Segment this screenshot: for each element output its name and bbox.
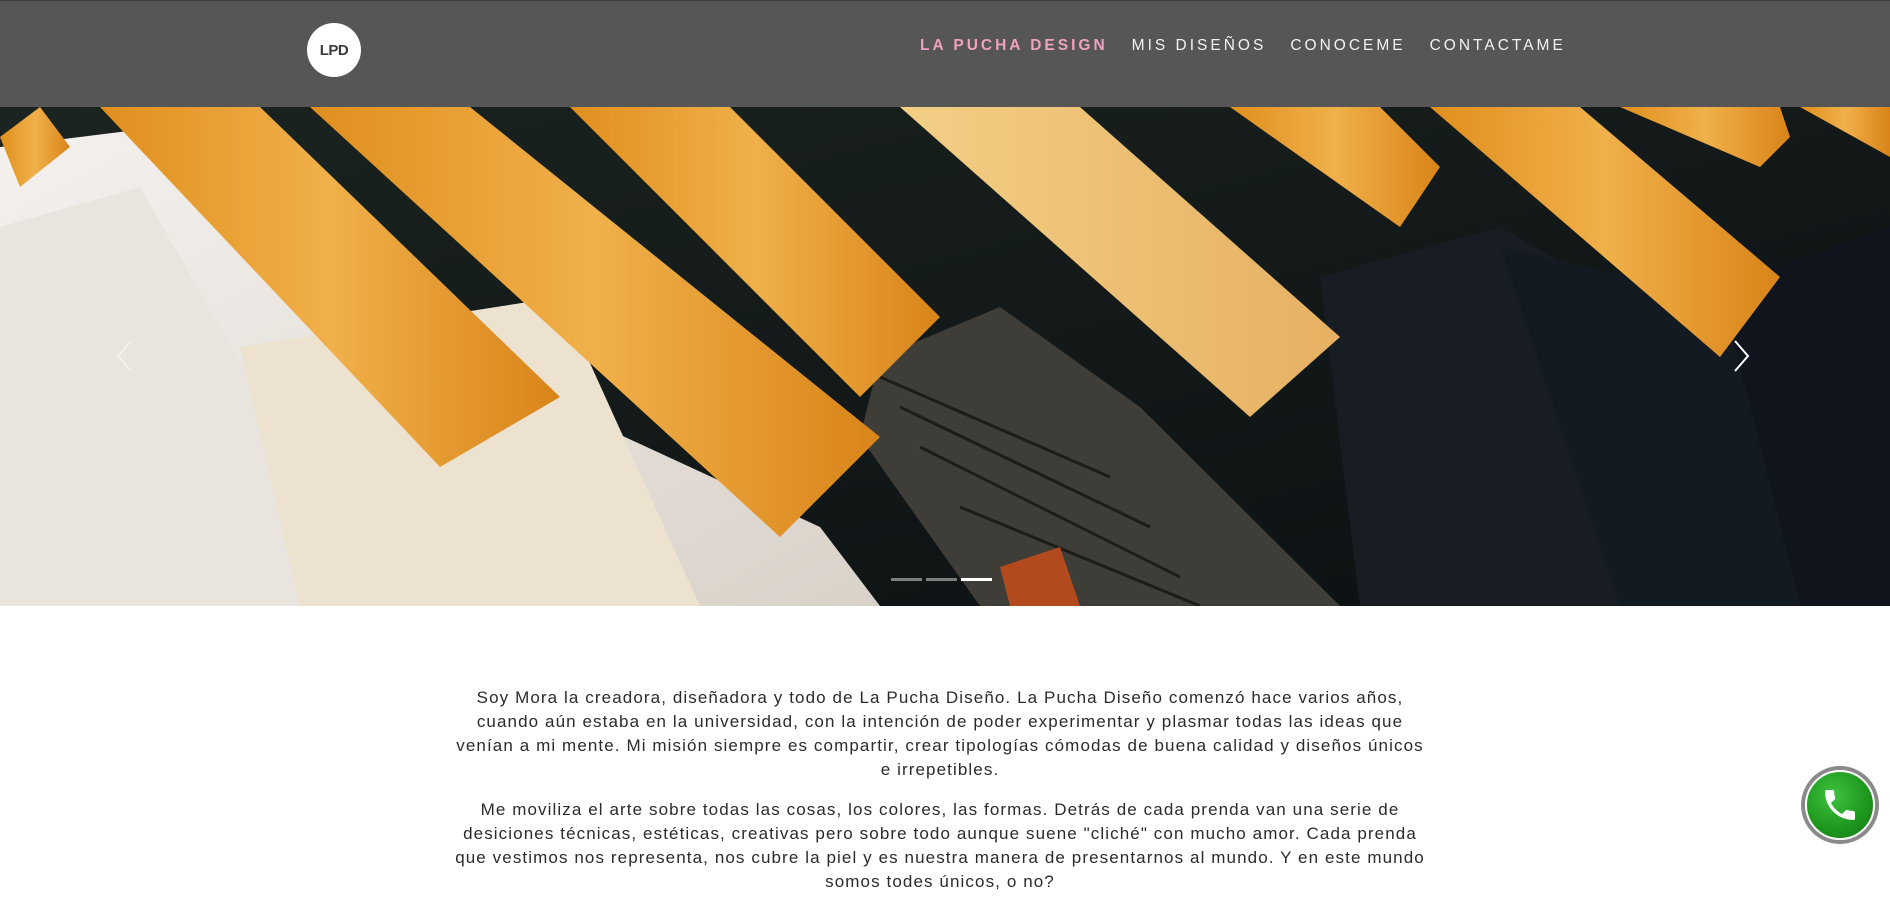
main-nav: LA PUCHA DESIGN MIS DISEÑOS CONOCEME CON…: [920, 37, 1590, 55]
hero-slide-image: [0, 107, 1890, 606]
carousel-indicator-1[interactable]: [891, 578, 922, 581]
carousel-next-button[interactable]: [1731, 339, 1771, 389]
nav-item-conoceme[interactable]: CONOCEME: [1290, 37, 1405, 55]
whatsapp-badge: [1805, 770, 1875, 840]
carousel-indicators: [891, 578, 992, 581]
brand-logo[interactable]: LPD: [307, 23, 361, 77]
chevron-right-icon: [1734, 340, 1750, 372]
chevron-left-icon: [116, 340, 132, 372]
hero-carousel: [0, 107, 1890, 606]
about-paragraph-1: Soy Mora la creadora, diseñadora y todo …: [456, 688, 1424, 779]
navbar: LPD LA PUCHA DESIGN MIS DISEÑOS CONOCEME…: [0, 0, 1890, 107]
carousel-prev-button[interactable]: [115, 339, 155, 389]
whatsapp-button[interactable]: [1801, 766, 1879, 844]
carousel-indicator-2[interactable]: [926, 578, 957, 581]
nav-item-mis-disenos[interactable]: MIS DISEÑOS: [1132, 37, 1267, 55]
about-section: Soy Mora la creadora, diseñadora y todo …: [450, 686, 1430, 909]
nav-item-la-pucha-design[interactable]: LA PUCHA DESIGN: [920, 37, 1108, 55]
carousel-indicator-3[interactable]: [961, 578, 992, 581]
nav-item-contactame[interactable]: CONTACTAME: [1430, 37, 1566, 55]
about-paragraph-2: Me moviliza el arte sobre todas las cosa…: [455, 800, 1425, 891]
phone-icon: [1825, 790, 1855, 820]
